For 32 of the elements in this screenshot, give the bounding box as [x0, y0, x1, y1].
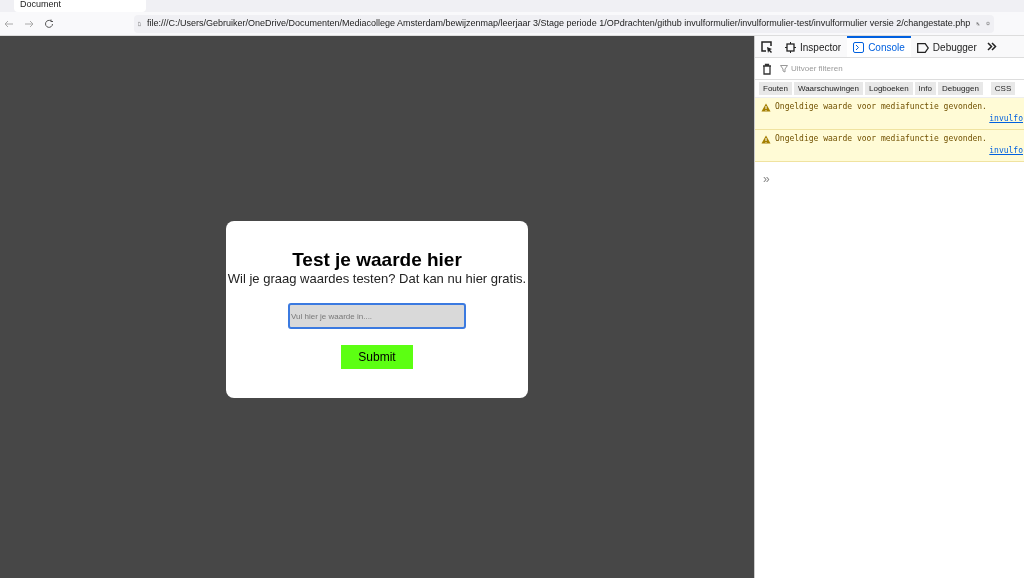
- element-picker-icon[interactable]: [761, 40, 773, 53]
- filter-icon: [780, 64, 788, 73]
- submit-button[interactable]: Submit: [341, 345, 413, 369]
- address-bar[interactable]: [134, 14, 994, 33]
- devtools-tab[interactable]: Console: [847, 36, 911, 57]
- filter-button[interactable]: Logboeken: [865, 82, 913, 95]
- devtools-tab[interactable]: Inspector: [779, 36, 848, 57]
- warning-icon: [761, 134, 771, 144]
- filter-button[interactable]: Info: [914, 82, 936, 95]
- reload-icon[interactable]: [44, 18, 54, 29]
- warning-message: Ongeldige waarde voor mediafunctie gevonden. invulfo: [755, 98, 1024, 130]
- inspector-icon: [785, 42, 796, 53]
- console-icon: [853, 42, 865, 53]
- filter-button[interactable]: CSS: [990, 82, 1016, 95]
- source-link[interactable]: invulfo: [989, 113, 1024, 125]
- warning-icon: [761, 102, 771, 112]
- url-text: file:///C:/Users/Gebruiker/OneDrive/Documenten/Mediacollege Amsterdam/bewijzenmap/leerjaar 3/Stage periode 1/OPdrachten/github invulformulier/invulformulier-test/invulformulier versie 2/changestate.php: [146, 16, 971, 30]
- devtools-tab[interactable]: Debugger: [910, 36, 983, 57]
- debugger-icon: [916, 42, 929, 53]
- filter-button[interactable]: Fouten: [759, 82, 792, 95]
- filter-button[interactable]: Waarschuwingen: [793, 82, 863, 95]
- trash-icon[interactable]: [762, 62, 772, 75]
- source-link[interactable]: invulfo: [989, 145, 1024, 157]
- warning-message: Ongeldige waarde voor mediafunctie gevonden. invulfo: [755, 130, 1024, 162]
- value-input[interactable]: Vul hier je waarde in....: [288, 303, 466, 329]
- form-title: Test je waarde hier: [292, 249, 462, 271]
- tab-title: Document: [20, 0, 62, 9]
- console-prompt: »: [763, 172, 770, 186]
- form-subtitle: Wil je graag waardes testen? Dat kan nu hier gratis.: [227, 271, 527, 287]
- browser-tab[interactable]: Document: [14, 0, 146, 12]
- more-tabs-icon[interactable]: [986, 42, 997, 51]
- filter-button[interactable]: Debuggen: [937, 82, 983, 95]
